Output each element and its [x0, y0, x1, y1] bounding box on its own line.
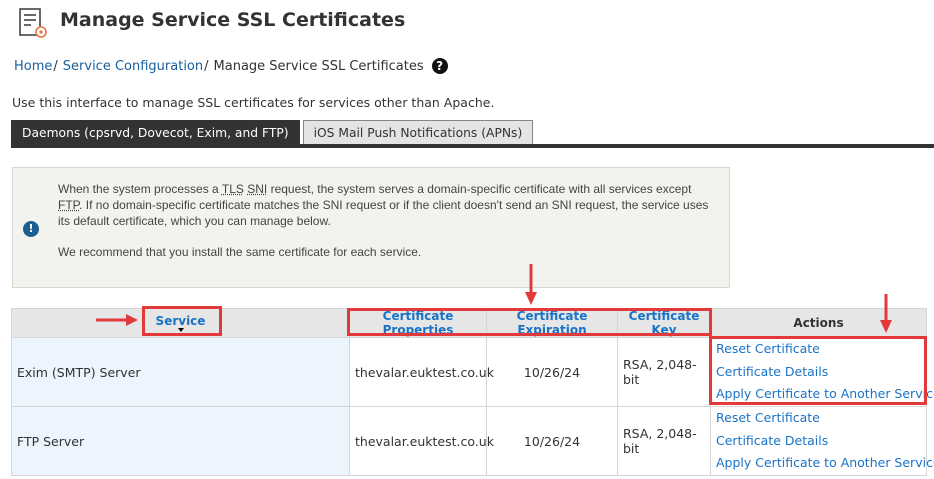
info-text-part: . If no domain-specific certificate matc…	[58, 198, 708, 228]
breadcrumb-separator: /	[204, 59, 208, 74]
page-title: Manage Service SSL Certificates	[60, 9, 405, 31]
sort-cert-expiration-link[interactable]: Certificate Expiration	[517, 309, 588, 337]
abbr-sni: SNI	[247, 182, 267, 196]
intro-text: Use this interface to manage SSL certifi…	[12, 95, 494, 110]
tab-bar: Daemons (cpsrvd, Dovecot, Exim, and FTP)…	[11, 120, 533, 146]
info-text-part: When the system processes a	[58, 182, 222, 196]
certificate-details-link[interactable]: Certificate Details	[716, 361, 921, 384]
header-certificate-expiration[interactable]: Certificate Expiration	[487, 309, 618, 338]
info-text-part: request, the system serves a domain-spec…	[267, 182, 691, 196]
breadcrumb-current: Manage Service SSL Certificates	[214, 59, 424, 74]
service-cell: Exim (SMTP) Server	[12, 338, 350, 407]
service-cell: FTP Server	[12, 407, 350, 476]
table-row: Exim (SMTP) Server thevalar.euktest.co.u…	[12, 338, 927, 407]
table-header-row: Service Certificate Properties Certifica…	[12, 309, 927, 338]
certificate-details-link[interactable]: Certificate Details	[716, 430, 921, 453]
actions-cell: Reset Certificate Certificate Details Ap…	[711, 407, 927, 476]
domain-cell: thevalar.euktest.co.uk	[350, 338, 487, 407]
apply-certificate-link[interactable]: Apply Certificate to Another Service	[716, 452, 921, 475]
header-certificate-key[interactable]: Certificate Key	[618, 309, 711, 338]
header-certificate-properties[interactable]: Certificate Properties	[350, 309, 487, 338]
domain-cell: thevalar.euktest.co.uk	[350, 407, 487, 476]
abbr-ftp: FTP	[58, 198, 79, 212]
sort-cert-key-link[interactable]: Certificate Key	[629, 309, 700, 337]
breadcrumb-separator: /	[53, 59, 57, 74]
certificate-doc-icon	[16, 6, 50, 40]
apply-certificate-link[interactable]: Apply Certificate to Another Service	[716, 383, 921, 406]
breadcrumb-home-link[interactable]: Home	[14, 59, 52, 74]
sort-service-link[interactable]: Service	[156, 314, 206, 328]
breadcrumb: Home / Service Configuration / Manage Se…	[14, 58, 448, 74]
reset-certificate-link[interactable]: Reset Certificate	[716, 407, 921, 430]
header-service[interactable]: Service	[12, 309, 350, 338]
breadcrumb-service-configuration-link[interactable]: Service Configuration	[63, 59, 203, 74]
header-actions: Actions	[711, 309, 927, 338]
key-cell: RSA, 2,048-bit	[618, 338, 711, 407]
actions-cell: Reset Certificate Certificate Details Ap…	[711, 338, 927, 407]
info-callout: ! When the system processes a TLS SNI re…	[12, 167, 730, 288]
tab-ios-mail-push[interactable]: iOS Mail Push Notifications (APNs)	[303, 120, 534, 146]
reset-certificate-link[interactable]: Reset Certificate	[716, 338, 921, 361]
service-certificates-table: Service Certificate Properties Certifica…	[11, 308, 927, 476]
tab-underline	[11, 144, 934, 148]
sort-cert-properties-link[interactable]: Certificate Properties	[383, 309, 454, 337]
info-text: When the system processes a TLS SNI requ…	[58, 181, 718, 260]
info-paragraph-sni: When the system processes a TLS SNI requ…	[58, 181, 718, 229]
expiration-cell: 10/26/24	[487, 407, 618, 476]
sort-desc-icon	[178, 328, 184, 332]
info-exclamation-icon: !	[23, 221, 39, 237]
key-cell: RSA, 2,048-bit	[618, 407, 711, 476]
expiration-cell: 10/26/24	[487, 338, 618, 407]
table-row: FTP Server thevalar.euktest.co.uk 10/26/…	[12, 407, 927, 476]
info-paragraph-recommend: We recommend that you install the same c…	[58, 244, 718, 260]
tab-daemons[interactable]: Daemons (cpsrvd, Dovecot, Exim, and FTP)	[11, 120, 300, 146]
help-icon[interactable]: ?	[432, 58, 448, 74]
abbr-tls: TLS	[222, 182, 244, 196]
